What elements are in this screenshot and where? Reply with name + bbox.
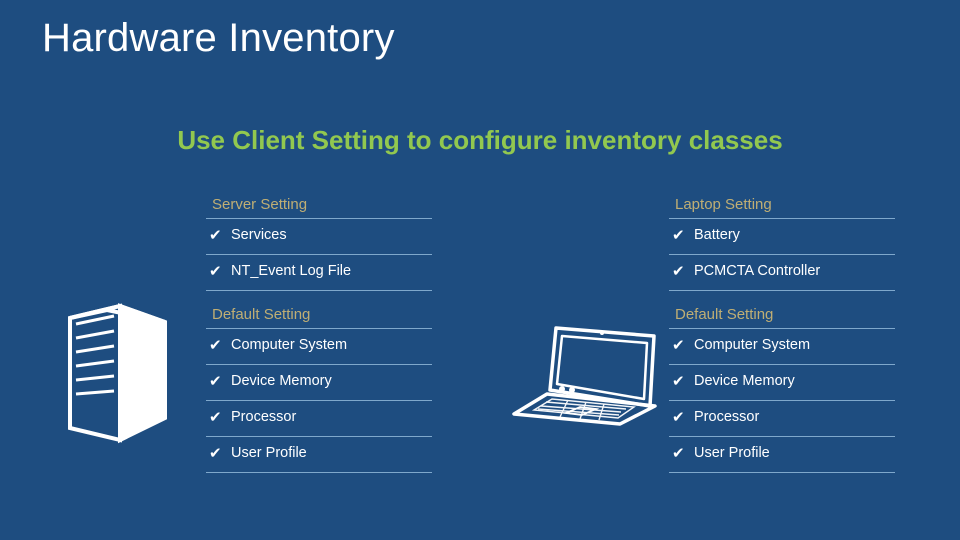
list-item[interactable]: ✔ User Profile: [206, 437, 432, 469]
group-laptop-setting: Laptop Setting ✔ Battery ✔ PCMCTA Contro…: [669, 194, 895, 291]
check-icon: ✔: [672, 262, 685, 280]
group-header: Default Setting: [675, 306, 774, 323]
list-item[interactable]: ✔ NT_Event Log File: [206, 255, 432, 287]
check-icon: ✔: [209, 226, 222, 244]
check-icon: ✔: [209, 408, 222, 426]
list-item-label: Services: [231, 227, 287, 243]
list-item-label: Computer System: [694, 337, 811, 353]
list-item[interactable]: ✔ Processor: [206, 401, 432, 433]
check-icon: ✔: [209, 444, 222, 462]
group-server-setting: Server Setting ✔ Services ✔ NT_Event Log…: [206, 194, 432, 291]
check-icon: ✔: [672, 226, 685, 244]
group-default-setting: Default Setting ✔ Computer System ✔ Devi…: [206, 304, 432, 473]
divider: [206, 472, 432, 473]
check-icon: ✔: [672, 408, 685, 426]
list-item-label: Computer System: [231, 337, 348, 353]
list-item-label: NT_Event Log File: [231, 263, 352, 279]
check-icon: ✔: [672, 372, 685, 390]
check-icon: ✔: [672, 444, 685, 462]
list-item[interactable]: ✔ User Profile: [669, 437, 895, 469]
list-item[interactable]: ✔ Computer System: [669, 329, 895, 361]
server-tower-icon: [55, 300, 205, 465]
check-icon: ✔: [209, 262, 222, 280]
page-title: Hardware Inventory: [42, 16, 395, 60]
list-item[interactable]: ✔ Device Memory: [669, 365, 895, 397]
list-item-label: User Profile: [231, 445, 307, 461]
list-item-label: Processor: [231, 409, 297, 425]
list-item[interactable]: ✔ PCMCTA Controller: [669, 255, 895, 287]
group-header: Laptop Setting: [675, 196, 772, 213]
list-item-label: Processor: [694, 409, 760, 425]
check-icon: ✔: [209, 336, 222, 354]
group-header: Server Setting: [212, 196, 308, 213]
divider: [669, 472, 895, 473]
server-column: Server Setting ✔ Services ✔ NT_Event Log…: [206, 194, 432, 473]
list-item-label: Device Memory: [231, 373, 332, 389]
list-item-label: Device Memory: [694, 373, 795, 389]
page-subtitle: Use Client Setting to configure inventor…: [177, 125, 783, 155]
list-item[interactable]: ✔ Battery: [669, 219, 895, 251]
laptop-icon: [508, 318, 668, 433]
group-default-setting: Default Setting ✔ Computer System ✔ Devi…: [669, 304, 895, 473]
divider: [206, 290, 432, 291]
check-icon: ✔: [672, 336, 685, 354]
list-item[interactable]: ✔ Computer System: [206, 329, 432, 361]
laptop-column: Laptop Setting ✔ Battery ✔ PCMCTA Contro…: [669, 194, 895, 473]
list-item[interactable]: ✔ Processor: [669, 401, 895, 433]
check-icon: ✔: [209, 372, 222, 390]
list-item[interactable]: ✔ Services: [206, 219, 432, 251]
list-item-label: Battery: [694, 227, 740, 243]
list-item[interactable]: ✔ Device Memory: [206, 365, 432, 397]
list-item-label: PCMCTA Controller: [694, 263, 821, 279]
group-header: Default Setting: [212, 306, 311, 323]
divider: [669, 290, 895, 291]
list-item-label: User Profile: [694, 445, 770, 461]
